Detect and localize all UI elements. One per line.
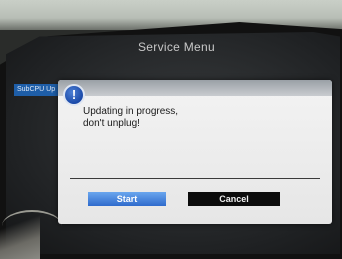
dialog-divider — [70, 178, 320, 179]
message-line-2: don't unplug! — [83, 118, 140, 129]
update-dialog: ! Updating in progress, don't unplug! St… — [58, 80, 332, 224]
dialog-header — [58, 80, 332, 96]
dialog-message: Updating in progress, don't unplug! — [83, 106, 283, 130]
service-menu-title: Service Menu — [138, 40, 215, 54]
cancel-button[interactable]: Cancel — [188, 192, 280, 206]
menu-item-subcpu-update[interactable]: SubCPU Up — [14, 84, 62, 96]
exclamation-icon: ! — [63, 84, 85, 106]
cable — [2, 210, 62, 242]
message-line-1: Updating in progress, — [83, 106, 179, 117]
start-button[interactable]: Start — [88, 192, 166, 206]
photo-background — [0, 0, 342, 30]
